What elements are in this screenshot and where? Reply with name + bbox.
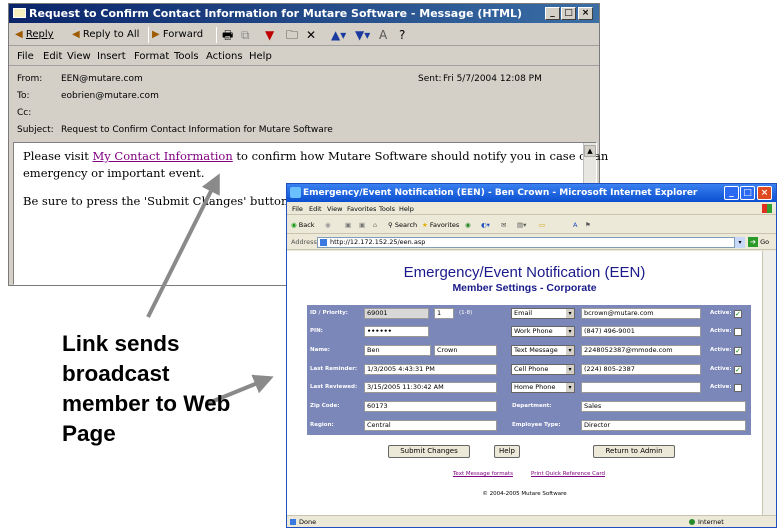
annotation-line-4: Page bbox=[62, 421, 116, 446]
arrow-to-link bbox=[146, 173, 220, 318]
annotation-line-3: member to Web bbox=[62, 391, 231, 416]
annotation-line-1: Link sends bbox=[62, 331, 180, 356]
annotation-callout: Link sends broadcast member to Web Page bbox=[62, 329, 230, 449]
annotation-line-2: broadcast bbox=[62, 361, 170, 386]
annotation-arrows bbox=[146, 173, 274, 406]
